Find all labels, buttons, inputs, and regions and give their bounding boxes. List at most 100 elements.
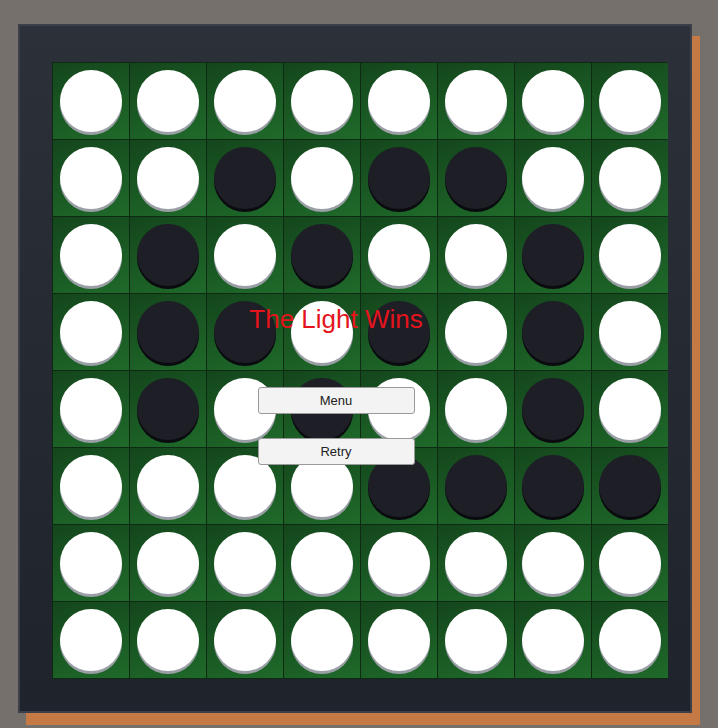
board-square[interactable] (515, 63, 591, 139)
white-disc (599, 224, 661, 286)
white-disc (214, 609, 276, 671)
board-square[interactable] (207, 63, 283, 139)
board-square[interactable] (284, 525, 360, 601)
black-disc (599, 455, 661, 517)
board-square[interactable] (130, 448, 206, 524)
black-disc (137, 224, 199, 286)
board-square[interactable] (592, 448, 668, 524)
board-square[interactable] (515, 140, 591, 216)
white-disc (522, 147, 584, 209)
board-square[interactable] (592, 63, 668, 139)
board-square[interactable] (284, 63, 360, 139)
board-square[interactable] (53, 294, 129, 370)
white-disc (214, 70, 276, 132)
board-square[interactable] (438, 525, 514, 601)
board-square[interactable] (284, 217, 360, 293)
white-disc (368, 532, 430, 594)
retry-button[interactable]: Retry (258, 438, 415, 465)
board-square[interactable] (438, 448, 514, 524)
board-square[interactable] (361, 525, 437, 601)
board-square[interactable] (130, 602, 206, 678)
board-square[interactable] (438, 63, 514, 139)
black-disc (137, 301, 199, 363)
board-square[interactable] (361, 140, 437, 216)
board-square[interactable] (130, 140, 206, 216)
board-square[interactable] (592, 371, 668, 447)
white-disc (137, 532, 199, 594)
white-disc (522, 609, 584, 671)
board-square[interactable] (438, 294, 514, 370)
board-square[interactable] (207, 602, 283, 678)
white-disc (599, 70, 661, 132)
white-disc (137, 609, 199, 671)
white-disc (137, 147, 199, 209)
black-disc (522, 301, 584, 363)
white-disc (445, 609, 507, 671)
white-disc (522, 532, 584, 594)
board-square[interactable] (53, 63, 129, 139)
white-disc (368, 609, 430, 671)
board-square[interactable] (53, 371, 129, 447)
white-disc (214, 532, 276, 594)
board-square[interactable] (592, 140, 668, 216)
board-square[interactable] (130, 525, 206, 601)
black-disc (368, 147, 430, 209)
board-square[interactable] (53, 448, 129, 524)
white-disc (60, 455, 122, 517)
board-square[interactable] (207, 217, 283, 293)
white-disc (60, 70, 122, 132)
white-disc (137, 70, 199, 132)
white-disc (60, 532, 122, 594)
board-square[interactable] (361, 63, 437, 139)
board-square[interactable] (592, 217, 668, 293)
board-square[interactable] (284, 140, 360, 216)
white-disc (291, 609, 353, 671)
white-disc (60, 224, 122, 286)
board-square[interactable] (53, 602, 129, 678)
board-square[interactable] (438, 140, 514, 216)
white-disc (60, 609, 122, 671)
board-square[interactable] (515, 294, 591, 370)
board-square[interactable] (284, 602, 360, 678)
result-title: The Light Wins (249, 301, 422, 337)
white-disc (291, 70, 353, 132)
board-square[interactable] (438, 602, 514, 678)
board-square[interactable] (592, 294, 668, 370)
board-square[interactable] (592, 525, 668, 601)
board-square[interactable] (130, 294, 206, 370)
black-disc (214, 147, 276, 209)
board-square[interactable] (207, 525, 283, 601)
board-square[interactable] (438, 217, 514, 293)
board-square[interactable] (53, 217, 129, 293)
board-square[interactable] (592, 602, 668, 678)
white-disc (599, 378, 661, 440)
board-square[interactable] (361, 602, 437, 678)
board-square[interactable] (130, 371, 206, 447)
white-disc (445, 532, 507, 594)
black-disc (291, 224, 353, 286)
white-disc (599, 532, 661, 594)
board-square[interactable] (438, 371, 514, 447)
board-square[interactable] (515, 217, 591, 293)
white-disc (214, 224, 276, 286)
board-square[interactable] (130, 217, 206, 293)
board-frame: The Light Wins Menu Retry (18, 24, 692, 713)
board-square[interactable] (361, 217, 437, 293)
board-square[interactable] (53, 140, 129, 216)
white-disc (599, 301, 661, 363)
board-square[interactable] (515, 371, 591, 447)
black-disc (522, 224, 584, 286)
menu-button[interactable]: Menu (258, 387, 415, 414)
white-disc (60, 301, 122, 363)
white-disc (522, 70, 584, 132)
white-disc (291, 147, 353, 209)
board-square[interactable] (515, 448, 591, 524)
white-disc (599, 147, 661, 209)
board-square[interactable] (515, 525, 591, 601)
board-square[interactable] (53, 525, 129, 601)
black-disc (137, 378, 199, 440)
white-disc (445, 378, 507, 440)
board-square[interactable] (515, 602, 591, 678)
board-square[interactable] (207, 140, 283, 216)
board-square[interactable] (130, 63, 206, 139)
